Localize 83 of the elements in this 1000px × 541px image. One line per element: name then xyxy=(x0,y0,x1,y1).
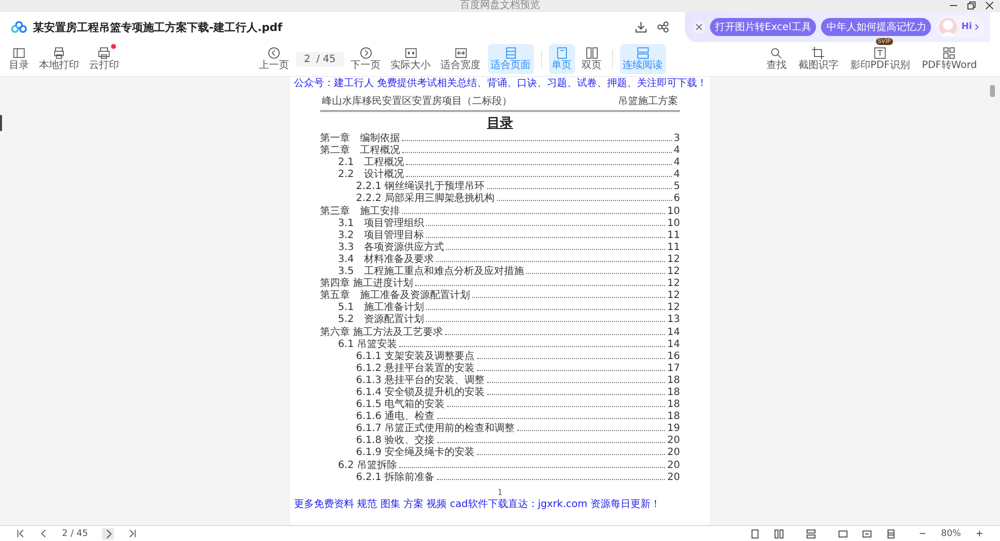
toc-page-number: 6 xyxy=(674,193,680,206)
toc-page-number: 10 xyxy=(667,218,680,230)
toc-entry-title: 6.1 吊篮安装 xyxy=(338,338,398,350)
toc-entry-title: 2.2.1 钢丝绳误扎于预埋吊环 xyxy=(356,181,485,192)
assistant-button[interactable]: Hi xyxy=(936,16,984,38)
tool-button[interactable]: 查找 xyxy=(763,44,790,74)
toc-entry-title: 6.1.8 验收、交接 xyxy=(356,435,435,446)
toc-page-number: 4 xyxy=(674,169,680,182)
toc-page-number: 4 xyxy=(674,157,680,170)
toc-page-number: 12 xyxy=(667,278,680,290)
notice-text: 更多免费资料 规范 图集 方案 视频 cad软件下载直达：jgxrk.com 资源每日更新！ xyxy=(294,498,662,511)
toc-page-number: 18 xyxy=(667,399,680,412)
toc-entry-title: 6.1.3 悬挂平台的安装、调整 xyxy=(356,374,485,386)
toc-page-number: 20 xyxy=(667,460,680,472)
toc-page-number: 11 xyxy=(667,242,680,254)
running-header: 吊篮施工方案 xyxy=(618,94,678,108)
toc-heading: 目录 xyxy=(486,115,514,133)
toc-page-number: 10 xyxy=(667,206,680,218)
toc-page-number: 16 xyxy=(667,350,680,363)
toc-entry-title: 2.2.2 局部采用三脚架悬挑机构 xyxy=(356,193,495,206)
toc-entry-title: 3.3 各项资源供应方式 xyxy=(338,242,444,254)
toc-entry-title: 第六章 施工方法及工艺要求 xyxy=(320,326,444,338)
toc-entry-title: 3.5 工程施工重点和难点分析及应对措施 xyxy=(338,266,524,278)
promo-button[interactable]: 打开图片转Excel工具 xyxy=(710,18,816,36)
toolbar-button[interactable]: 目录 xyxy=(6,44,32,74)
toc-page-number: 4 xyxy=(674,145,680,158)
toc-page-number: 12 xyxy=(667,266,680,278)
toc-entry-title: 6.1.2 悬挂平台装置的安装 xyxy=(356,362,475,374)
promo-button[interactable]: 中年人如何提高记忆力 xyxy=(821,18,932,36)
page-indicator: 2 / 45 xyxy=(62,528,88,538)
view-mode-button[interactable]: 双页 xyxy=(578,44,605,74)
toc-page-number: 14 xyxy=(667,338,680,351)
toc-entry-title: 第一章 编制依据 xyxy=(320,133,400,144)
toc-entry-title: 6.2 吊篮拆除 xyxy=(338,460,398,472)
toc-entry-title: 第四章 施工进度计划 xyxy=(320,278,414,290)
file-name: 某安置房工程吊篮专项施工方案下载-建工行人.pdf xyxy=(33,20,282,34)
toc-entry-title: 第五章 施工准备及资源配置计划 xyxy=(320,290,470,302)
toc-entry-title: 2.2 设计概况 xyxy=(338,169,404,180)
running-header: 峰山水库移民安置区安置房项目（二标段） xyxy=(322,94,512,108)
toc-page-number: 20 xyxy=(667,435,680,448)
toc-page-number: 18 xyxy=(667,411,680,424)
toc-page-number: 14 xyxy=(667,326,680,339)
toc-page-number: 17 xyxy=(667,362,680,375)
toc-entry-title: 第三章 施工安排 xyxy=(320,206,400,218)
tool-button[interactable]: 影印PDF识别 xyxy=(847,44,913,74)
toolbar-button[interactable]: 云打印 xyxy=(86,44,122,74)
tool-button[interactable]: 截图识字 xyxy=(795,44,842,74)
view-mode-button[interactable]: 实际大小 xyxy=(388,44,434,74)
previous-page-button[interactable]: 上一页 xyxy=(256,44,292,74)
toc-page-number: 12 xyxy=(667,302,680,314)
toc-page-number: 11 xyxy=(667,230,680,242)
toc-entry-title: 6.1.7 吊篮正式使用前的检查和调整 xyxy=(356,423,515,434)
toolbar-button[interactable]: 本地打印 xyxy=(36,44,82,74)
toc-page-number: 20 xyxy=(667,447,680,460)
page-number: 1 xyxy=(496,488,504,498)
toc-page-number: 3 xyxy=(674,133,680,146)
toc-entry-title: 第二章 工程概况 xyxy=(320,145,400,156)
tool-button[interactable]: PDF转Word xyxy=(918,44,980,74)
toc-entry-title: 6.1.9 安全绳及绳卡的安装 xyxy=(356,447,475,460)
toc-page-number: 18 xyxy=(667,386,680,400)
toc-entry-title: 3.1 项目管理组织 xyxy=(338,218,424,230)
toc-entry-title: 6.1.5 电气箱的安装 xyxy=(356,399,445,410)
toc-entry-title: 3.4 材料准备及要求 xyxy=(338,254,434,266)
toc-entry-title: 2.1 工程概况 xyxy=(338,157,404,168)
next-page-button[interactable]: 下一页 xyxy=(348,44,384,74)
toc-entry-title: 3.2 项目管理目标 xyxy=(338,230,424,242)
toc-page-number: 12 xyxy=(667,290,680,302)
toc-page-number: 12 xyxy=(667,254,680,266)
toc-entry-title: 6.2.1 拆除前准备 xyxy=(356,472,435,484)
toc-page-number: 20 xyxy=(667,472,680,484)
toc-entry-title: 5.2 资源配置计划 xyxy=(338,314,424,326)
toc-entry-title: 5.1 施工准备计划 xyxy=(338,302,424,314)
toc-entry-title: 6.1.4 安全锁及提升机的安装 xyxy=(356,386,485,398)
toc-page-number: 5 xyxy=(674,181,680,194)
toc-page-number: 18 xyxy=(667,374,680,387)
toc-page-number: 19 xyxy=(667,423,680,436)
toc-entry-title: 6.1.1 支架安装及调整要点 xyxy=(356,350,475,362)
page-number-field[interactable]: 2 / 45 xyxy=(296,52,344,66)
view-mode-button[interactable]: 适合宽度 xyxy=(438,44,484,74)
notice-text: 公众号：建工行人 免费提供考试相关总结、背诵、口诀、习题、试卷、押题、关注即可下载！ xyxy=(294,78,706,90)
zoom-level: 80% xyxy=(940,528,961,538)
toc-page-number: 13 xyxy=(667,314,680,326)
toc-entry-title: 6.1.6 通电、检查 xyxy=(356,411,435,422)
